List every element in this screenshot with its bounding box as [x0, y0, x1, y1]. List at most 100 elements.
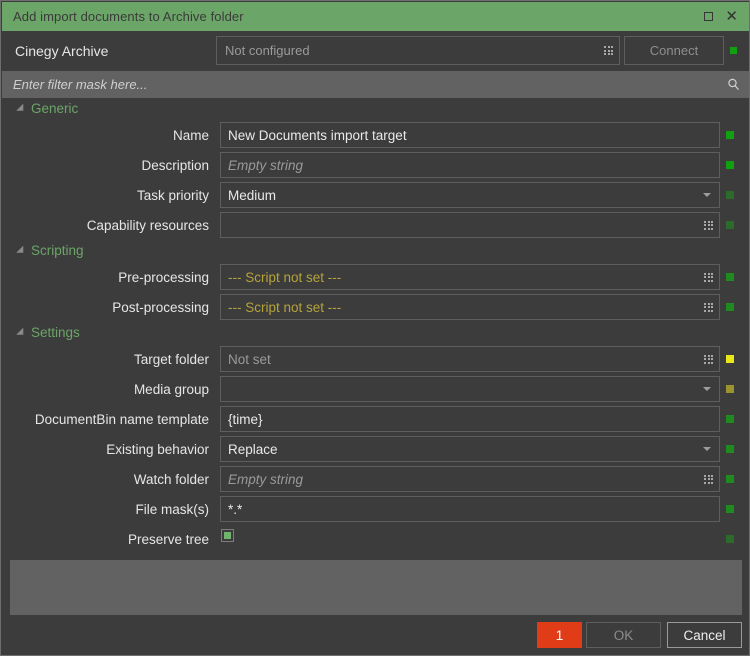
- chevron-down-icon[interactable]: [703, 447, 711, 451]
- property-row: Target folder Not set: [2, 344, 749, 374]
- collapse-triangle-icon[interactable]: [16, 245, 27, 257]
- property-row: DocumentBin name template {time}: [2, 404, 749, 434]
- property-field[interactable]: Not set: [220, 346, 720, 372]
- section-title: Settings: [31, 324, 80, 340]
- property-value: --- Script not set ---: [228, 269, 342, 285]
- property-label: Media group: [133, 381, 209, 397]
- browse-icon[interactable]: [704, 302, 713, 312]
- property-row: Capability resources: [2, 210, 749, 240]
- collapse-triangle-icon[interactable]: [16, 103, 27, 115]
- section-header-scripting[interactable]: Scripting: [2, 240, 84, 260]
- window-controls: ✕: [704, 9, 749, 24]
- connection-field[interactable]: Not configured: [216, 36, 620, 65]
- status-indicator: [726, 535, 734, 543]
- status-indicator: [726, 191, 734, 199]
- section-title: Scripting: [31, 242, 84, 258]
- property-label: Capability resources: [86, 217, 209, 233]
- section-header-generic[interactable]: Generic: [2, 98, 78, 118]
- error-count-badge[interactable]: 1: [537, 622, 582, 648]
- connection-row: Cinegy Archive Not configured Connect: [2, 31, 749, 71]
- title-bar: Add import documents to Archive folder ✕: [2, 2, 749, 31]
- property-value: *.*: [228, 501, 243, 517]
- browse-icon[interactable]: [704, 474, 713, 484]
- property-label: Pre-processing: [118, 269, 209, 285]
- property-label: Description: [141, 157, 209, 173]
- property-field[interactable]: {time}: [220, 406, 720, 432]
- status-indicator: [726, 221, 734, 229]
- property-field[interactable]: Empty string: [220, 152, 720, 178]
- status-indicator: [726, 385, 734, 393]
- browse-icon[interactable]: [704, 354, 713, 364]
- property-label: Watch folder: [133, 471, 209, 487]
- property-label: Target folder: [133, 351, 209, 367]
- property-value: Empty string: [228, 471, 304, 487]
- property-field[interactable]: --- Script not set ---: [220, 264, 720, 290]
- property-field[interactable]: --- Script not set ---: [220, 294, 720, 320]
- log-panel: [10, 560, 742, 615]
- property-value: --- Script not set ---: [228, 299, 342, 315]
- property-field[interactable]: *.*: [220, 496, 720, 522]
- browse-icon[interactable]: [704, 272, 713, 282]
- connection-placeholder: Not configured: [225, 43, 310, 58]
- property-value: Medium: [228, 187, 277, 203]
- property-row: Name New Documents import target: [2, 120, 749, 150]
- filter-input[interactable]: [13, 77, 727, 92]
- status-indicator: [726, 273, 734, 281]
- property-label: Existing behavior: [106, 441, 209, 457]
- browse-icon[interactable]: [704, 220, 713, 230]
- status-indicator: [726, 505, 734, 513]
- property-row: Preserve tree: [2, 524, 749, 554]
- property-label: Name: [172, 127, 209, 143]
- property-value: Not set: [228, 351, 271, 367]
- status-indicator: [726, 161, 734, 169]
- preserve-tree-checkbox[interactable]: [221, 529, 234, 542]
- property-field[interactable]: [220, 376, 720, 402]
- filter-bar[interactable]: [2, 71, 749, 98]
- browse-icon[interactable]: [604, 46, 613, 55]
- property-label: File mask(s): [135, 501, 210, 517]
- property-field[interactable]: Empty string: [220, 466, 720, 492]
- property-field[interactable]: [220, 212, 720, 238]
- property-row: File mask(s) *.*: [2, 494, 749, 524]
- chevron-down-icon[interactable]: [703, 193, 711, 197]
- cancel-button[interactable]: Cancel: [667, 622, 742, 648]
- footer-bar: 1 OK Cancel: [2, 615, 749, 655]
- chevron-down-icon[interactable]: [703, 387, 711, 391]
- property-field[interactable]: New Documents import target: [220, 122, 720, 148]
- property-row: Watch folder Empty string: [2, 464, 749, 494]
- connection-status-indicator: [730, 47, 737, 54]
- property-value: Empty string: [228, 157, 304, 173]
- property-value: New Documents import target: [228, 127, 407, 143]
- status-indicator: [726, 445, 734, 453]
- property-row: Existing behavior Replace: [2, 434, 749, 464]
- section-title: Generic: [31, 100, 79, 116]
- property-value: Replace: [228, 441, 278, 457]
- property-field[interactable]: Replace: [220, 436, 720, 462]
- property-row: Post-processing --- Script not set ---: [2, 292, 749, 322]
- close-icon[interactable]: ✕: [725, 9, 738, 24]
- status-indicator: [726, 303, 734, 311]
- dialog-window: Add import documents to Archive folder ✕…: [0, 0, 750, 656]
- checkbox-check-icon: [224, 532, 231, 539]
- properties-panel: Generic Name New Documents import target De…: [2, 98, 749, 556]
- property-row: Task priority Medium: [2, 180, 749, 210]
- collapse-triangle-icon[interactable]: [16, 327, 27, 339]
- connect-button[interactable]: Connect: [624, 36, 724, 65]
- maximize-icon[interactable]: [704, 12, 714, 21]
- search-icon[interactable]: [727, 78, 740, 91]
- status-indicator: [726, 415, 734, 423]
- property-label: DocumentBin name template: [34, 411, 209, 427]
- property-row: Pre-processing --- Script not set ---: [2, 262, 749, 292]
- section-header-settings[interactable]: Settings: [2, 322, 80, 342]
- connection-label: Cinegy Archive: [15, 43, 109, 59]
- property-label: Post-processing: [112, 299, 209, 315]
- window-title: Add import documents to Archive folder: [13, 9, 244, 24]
- status-indicator: [726, 131, 734, 139]
- ok-button[interactable]: OK: [586, 622, 661, 648]
- property-row: Description Empty string: [2, 150, 749, 180]
- status-indicator: [726, 475, 734, 483]
- status-indicator: [726, 355, 734, 363]
- property-label: Task priority: [136, 187, 209, 203]
- property-value: {time}: [228, 411, 263, 427]
- property-field[interactable]: Medium: [220, 182, 720, 208]
